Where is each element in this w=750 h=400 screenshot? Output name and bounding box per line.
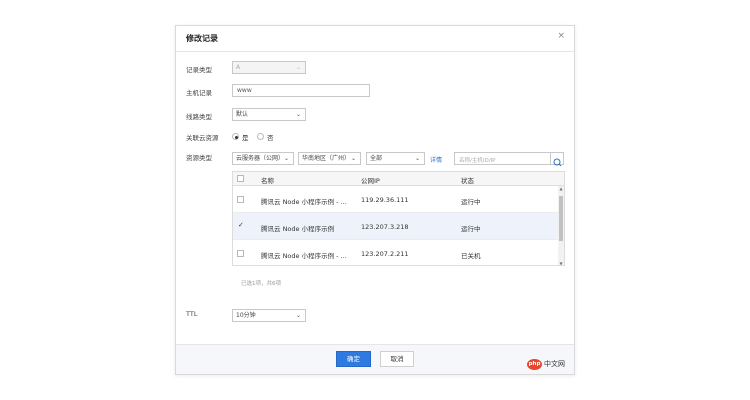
resource-type-select[interactable]: 云服务器（公网） ⌄ bbox=[232, 152, 294, 165]
dialog-header: 修改记录 × bbox=[176, 26, 574, 52]
watermark-text: 中文网 bbox=[544, 360, 565, 368]
host-record-label: 主机记录 bbox=[186, 89, 212, 97]
ttl-select[interactable]: 10分钟 ⌄ bbox=[232, 309, 306, 322]
chevron-down-icon: ⌄ bbox=[295, 64, 301, 71]
host-record-value: www bbox=[237, 87, 252, 94]
region-value: 华南地区（广州） bbox=[302, 155, 351, 162]
selection-summary: 已选1项，共6项 bbox=[241, 281, 281, 287]
dialog-footer: 确定 取消 bbox=[176, 344, 574, 374]
radio-no[interactable] bbox=[257, 133, 264, 140]
radio-yes-label: 是 bbox=[242, 134, 249, 142]
search-placeholder: 名称/主机ID/IP bbox=[459, 158, 496, 164]
column-header-status: 状态 bbox=[461, 177, 474, 185]
row-checkbox[interactable] bbox=[237, 196, 244, 203]
radio-yes[interactable] bbox=[232, 133, 239, 140]
column-header-name: 名称 bbox=[261, 177, 274, 185]
record-type-label: 记录类型 bbox=[186, 66, 212, 74]
record-type-value: A bbox=[236, 64, 241, 71]
search-icon bbox=[553, 158, 562, 167]
resource-type-label: 资源类型 bbox=[186, 154, 212, 162]
scope-select[interactable]: 全部 ⌄ bbox=[366, 152, 425, 165]
search-button[interactable] bbox=[550, 153, 563, 167]
chevron-down-icon: ⌄ bbox=[283, 155, 289, 162]
record-type-select[interactable]: A ⌄ bbox=[232, 61, 306, 74]
scroll-up-icon[interactable]: ▲ bbox=[558, 186, 564, 191]
row-ip: 123.207.2.211 bbox=[361, 250, 409, 258]
row-checkbox[interactable] bbox=[237, 250, 244, 257]
details-link[interactable]: 详情 bbox=[430, 155, 442, 164]
row-status: 运行中 bbox=[461, 225, 481, 233]
resource-table: 名称 公网IP 状态 腾讯云 Node 小程序示例 - ... 119.29.3… bbox=[232, 171, 565, 266]
row-checkbox[interactable] bbox=[237, 221, 244, 230]
close-icon[interactable]: × bbox=[557, 31, 565, 41]
edit-record-dialog: 修改记录 × 记录类型 A ⌄ 主机记录 www 线路类型 默认 ⌄ 关联云资源… bbox=[175, 25, 575, 375]
php-watermark: php 中文网 bbox=[527, 358, 572, 371]
row-ip: 123.207.3.218 bbox=[361, 223, 409, 231]
line-type-label: 线路类型 bbox=[186, 113, 212, 121]
region-select[interactable]: 华南地区（广州） ⌄ bbox=[298, 152, 361, 165]
ttl-label: TTL bbox=[186, 310, 198, 318]
resource-type-value: 云服务器（公网） bbox=[236, 155, 285, 162]
row-name: 腾讯云 Node 小程序示例 - ... bbox=[261, 252, 347, 260]
table-scrollbar[interactable]: ▲ ▼ bbox=[558, 186, 564, 265]
chevron-down-icon: ⌄ bbox=[295, 312, 301, 319]
row-status: 已关机 bbox=[461, 252, 481, 260]
row-status: 运行中 bbox=[461, 198, 481, 206]
line-type-select[interactable]: 默认 ⌄ bbox=[232, 108, 306, 121]
link-cloud-label: 关联云资源 bbox=[186, 134, 219, 142]
table-row[interactable]: 腾讯云 Node 小程序示例 - ... 119.29.36.111 运行中 bbox=[233, 186, 559, 213]
dialog-title: 修改记录 bbox=[186, 34, 218, 43]
row-name: 腾讯云 Node 小程序示例 - ... bbox=[261, 198, 347, 206]
chevron-down-icon: ⌄ bbox=[295, 111, 301, 118]
row-ip: 119.29.36.111 bbox=[361, 196, 409, 204]
confirm-button[interactable]: 确定 bbox=[336, 351, 371, 367]
row-name: 腾讯云 Node 小程序示例 bbox=[261, 225, 335, 233]
scope-value: 全部 bbox=[370, 155, 383, 162]
cancel-button[interactable]: 取消 bbox=[380, 351, 414, 367]
ttl-value: 10分钟 bbox=[236, 312, 256, 319]
select-all-checkbox[interactable] bbox=[237, 175, 244, 182]
php-logo: php bbox=[527, 359, 542, 370]
radio-no-label: 否 bbox=[267, 134, 274, 142]
host-record-input[interactable]: www bbox=[232, 84, 370, 97]
table-row[interactable]: 腾讯云 Node 小程序示例 123.207.3.218 运行中 bbox=[233, 213, 559, 240]
resource-search-input[interactable]: 名称/主机ID/IP bbox=[454, 152, 564, 167]
scroll-thumb[interactable] bbox=[559, 196, 563, 241]
scroll-down-icon[interactable]: ▼ bbox=[558, 261, 564, 265]
table-header: 名称 公网IP 状态 bbox=[233, 172, 564, 186]
table-row[interactable]: 腾讯云 Node 小程序示例 - ... 123.207.2.211 已关机 bbox=[233, 240, 559, 265]
line-type-value: 默认 bbox=[236, 111, 249, 118]
chevron-down-icon: ⌄ bbox=[350, 155, 356, 162]
column-header-ip: 公网IP bbox=[361, 177, 380, 185]
chevron-down-icon: ⌄ bbox=[414, 155, 420, 162]
